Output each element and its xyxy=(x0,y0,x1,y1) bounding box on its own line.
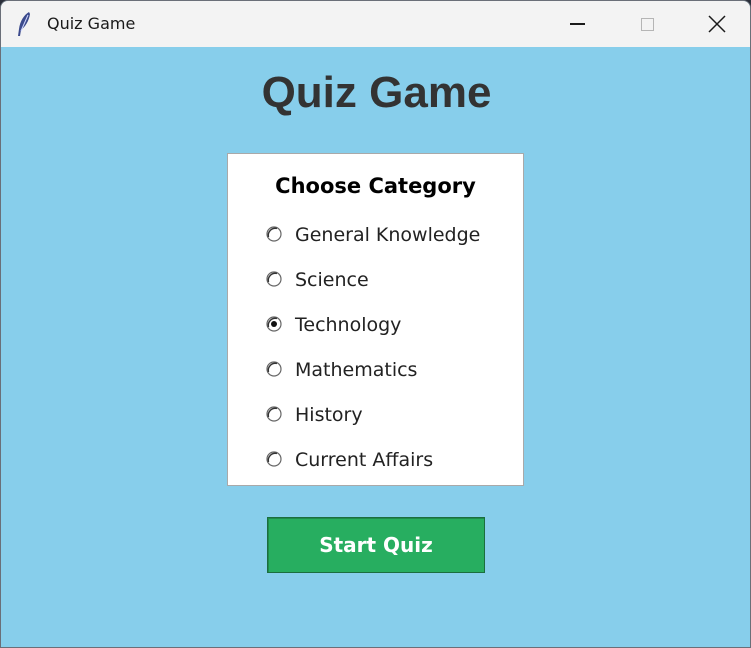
radio-unselected-icon[interactable] xyxy=(266,451,282,467)
category-option-label: Mathematics xyxy=(295,359,418,381)
category-option-label: General Knowledge xyxy=(295,224,481,246)
category-options: General Knowledge Science Technology Mathem… xyxy=(266,222,516,492)
category-option[interactable]: Technology xyxy=(266,312,516,357)
main-content: Quiz Game Choose Category General Knowle… xyxy=(1,47,750,647)
maximize-icon xyxy=(640,17,654,31)
minimize-button[interactable] xyxy=(542,1,612,47)
minimize-icon xyxy=(569,23,585,25)
category-option-label: History xyxy=(295,404,363,426)
category-option[interactable]: Current Affairs xyxy=(266,447,516,492)
close-icon xyxy=(708,15,726,33)
start-quiz-button[interactable]: Start Quiz xyxy=(267,517,485,573)
app-window: Quiz Game Quiz Game Choose Category Gene… xyxy=(0,0,751,648)
radio-unselected-icon[interactable] xyxy=(266,406,282,422)
category-option-label: Science xyxy=(295,269,369,291)
category-option-label: Technology xyxy=(295,314,402,336)
maximize-button[interactable] xyxy=(612,1,682,47)
close-button[interactable] xyxy=(682,1,750,47)
radio-unselected-icon[interactable] xyxy=(266,361,282,377)
title-bar[interactable]: Quiz Game xyxy=(1,1,750,47)
radio-selected-icon[interactable] xyxy=(266,316,282,332)
window-title: Quiz Game xyxy=(47,14,136,33)
category-option-label: Current Affairs xyxy=(295,449,434,471)
category-title: Choose Category xyxy=(275,174,476,198)
feather-icon xyxy=(18,12,30,36)
category-panel: Choose Category General Knowledge Science… xyxy=(227,153,524,486)
category-option[interactable]: Mathematics xyxy=(266,357,516,402)
radio-unselected-icon[interactable] xyxy=(266,226,282,242)
radio-unselected-icon[interactable] xyxy=(266,271,282,287)
category-option[interactable]: History xyxy=(266,402,516,447)
page-title: Quiz Game xyxy=(261,68,492,117)
category-option[interactable]: General Knowledge xyxy=(266,222,516,267)
category-option[interactable]: Science xyxy=(266,267,516,312)
